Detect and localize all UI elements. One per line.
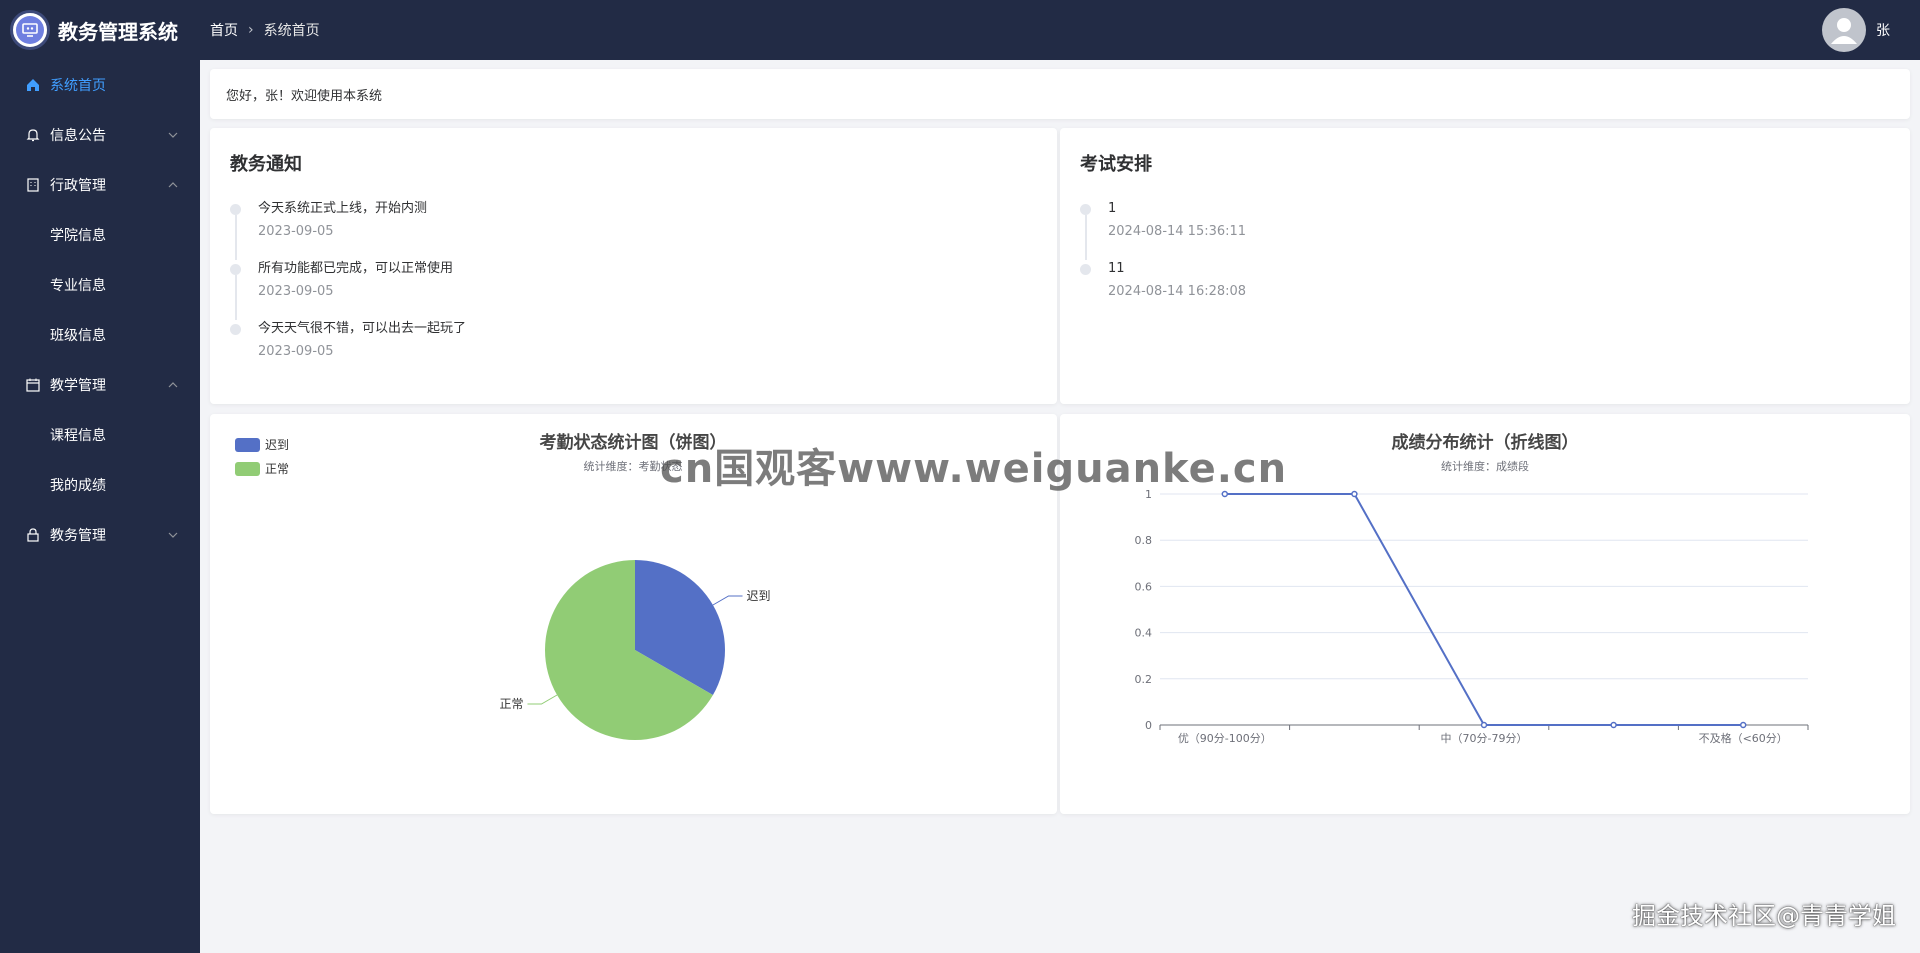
legend-label: 迟到	[265, 438, 289, 452]
series-line	[1224, 493, 1744, 726]
timeline-dot	[1080, 204, 1091, 215]
notice-content: 今天系统正式上线，开始内测	[258, 201, 428, 216]
y-tick-label: 0.6	[1135, 580, 1153, 593]
data-point	[1739, 721, 1747, 729]
y-tick-label: 0.8	[1135, 534, 1153, 547]
exam-content: 11	[1108, 261, 1125, 276]
notices-card: 教务通知 今天系统正式上线，开始内测 2023-09-05 所有功能都已完成，可…	[210, 128, 1057, 404]
timeline-dot	[230, 324, 241, 335]
exams-card: 考试安排 1 2024-08-14 15:36:11 11 2024-08-14…	[1060, 128, 1910, 404]
exam-time: 2024-08-14 16:28:08	[1108, 284, 1247, 299]
chart-subtitle: 统计维度：成绩段	[1441, 459, 1529, 473]
username: 张	[1876, 23, 1890, 39]
exam-time: 2024-08-14 15:36:11	[1108, 224, 1247, 239]
notice-time: 2023-09-05	[258, 224, 334, 239]
user-icon	[1831, 18, 1857, 44]
pie-leader-line	[527, 694, 558, 705]
sidebar-item-teaching[interactable]: 教学管理	[0, 360, 200, 410]
watermark: cn国观客www.weiguanke.cn	[660, 446, 1288, 492]
sidebar-item-label: 系统首页	[50, 78, 106, 94]
notice-time: 2023-09-05	[258, 284, 334, 299]
timeline-dot	[1080, 264, 1091, 275]
pie-label: 迟到	[747, 589, 771, 603]
welcome-banner: 您好，张！欢迎使用本系统	[210, 69, 1910, 119]
y-tick-label: 0.4	[1135, 627, 1153, 640]
sidebar-item-academic[interactable]: 教务管理	[0, 510, 200, 560]
exams-title: 考试安排	[1080, 154, 1152, 175]
timeline-dot	[230, 204, 241, 215]
sidebar-item-home[interactable]: 系统首页	[0, 60, 200, 110]
home-icon	[24, 76, 42, 94]
sidebar-item-label: 教学管理	[50, 378, 106, 394]
sidebar-item-label: 行政管理	[50, 178, 106, 194]
building-icon	[24, 176, 42, 194]
sidebar-subitem-college[interactable]: 学院信息	[0, 210, 200, 260]
y-tick-label: 0	[1145, 719, 1152, 732]
notice-content: 今天天气很不错，可以出去一起玩了	[258, 321, 467, 336]
lock-icon	[24, 526, 42, 544]
chevron-up-icon	[168, 178, 178, 194]
sidebar-subitem-class[interactable]: 班级信息	[0, 310, 200, 360]
logo-icon	[10, 10, 50, 50]
x-tick-label: 不及格（<60分）	[1699, 731, 1788, 745]
breadcrumb: 首页 › 系统首页	[210, 20, 320, 40]
timeline-item: 今天天气很不错，可以出去一起玩了 2023-09-05	[230, 320, 466, 380]
chevron-right-icon: ›	[248, 22, 254, 38]
timeline-dot	[230, 264, 241, 275]
notices-title: 教务通知	[230, 154, 302, 175]
sidebar-item-admin[interactable]: 行政管理	[0, 160, 200, 210]
sidebar: 系统首页 信息公告 行政管理 学院信息 专业信息 班级信息 教学管理 课程信息 …	[0, 60, 200, 953]
sidebar-item-label: 信息公告	[50, 128, 106, 144]
exams-timeline: 1 2024-08-14 15:36:11 11 2024-08-14 16:2…	[1080, 200, 1246, 320]
chevron-down-icon	[168, 128, 178, 144]
bell-icon	[24, 126, 42, 144]
sidebar-subitem-grades[interactable]: 我的成绩	[0, 460, 200, 510]
legend-swatch	[235, 462, 260, 476]
timeline-item: 1 2024-08-14 15:36:11	[1080, 200, 1246, 260]
x-tick-label: 中（70分-79分）	[1441, 732, 1528, 745]
data-point	[1351, 490, 1358, 498]
chart-title: 成绩分布统计（折线图）	[1392, 432, 1579, 453]
pie-label: 正常	[499, 697, 523, 711]
calendar-icon	[24, 376, 42, 394]
logo[interactable]: 教务管理系统	[0, 10, 200, 50]
legend-label: 正常	[265, 462, 289, 476]
legend-swatch	[235, 438, 260, 452]
timeline-item: 所有功能都已完成，可以正常使用 2023-09-05	[230, 260, 466, 320]
timeline-item: 11 2024-08-14 16:28:08	[1080, 260, 1246, 320]
avatar[interactable]	[1822, 8, 1866, 52]
breadcrumb-current: 系统首页	[263, 23, 320, 39]
sidebar-subitem-major[interactable]: 专业信息	[0, 260, 200, 310]
y-tick-label: 0.2	[1135, 673, 1153, 686]
notice-content: 所有功能都已完成，可以正常使用	[258, 261, 454, 276]
data-point	[1610, 721, 1617, 729]
welcome-text: 您好，张！欢迎使用本系统	[226, 88, 383, 104]
sidebar-item-announcements[interactable]: 信息公告	[0, 110, 200, 160]
notices-timeline: 今天系统正式上线，开始内测 2023-09-05 所有功能都已完成，可以正常使用…	[230, 200, 466, 380]
sidebar-subitem-courses[interactable]: 课程信息	[0, 410, 200, 460]
chevron-up-icon	[168, 378, 178, 394]
x-tick-label: 优（90分-100分）	[1178, 732, 1272, 745]
user-menu[interactable]: 张	[1822, 8, 1890, 52]
sidebar-item-label: 教务管理	[50, 528, 106, 544]
data-point	[1480, 721, 1488, 729]
pie-leader-line	[712, 595, 743, 606]
app-title: 教务管理系统	[58, 19, 178, 44]
exam-content: 1	[1108, 201, 1117, 216]
corner-watermark: 掘金技术社区@青青学姐	[1632, 902, 1896, 930]
breadcrumb-home[interactable]: 首页	[210, 20, 238, 40]
top-header: 教务管理系统 首页 › 系统首页 张	[0, 0, 1920, 60]
notice-time: 2023-09-05	[258, 344, 334, 359]
timeline-item: 今天系统正式上线，开始内测 2023-09-05	[230, 200, 466, 260]
chevron-down-icon	[168, 528, 178, 544]
